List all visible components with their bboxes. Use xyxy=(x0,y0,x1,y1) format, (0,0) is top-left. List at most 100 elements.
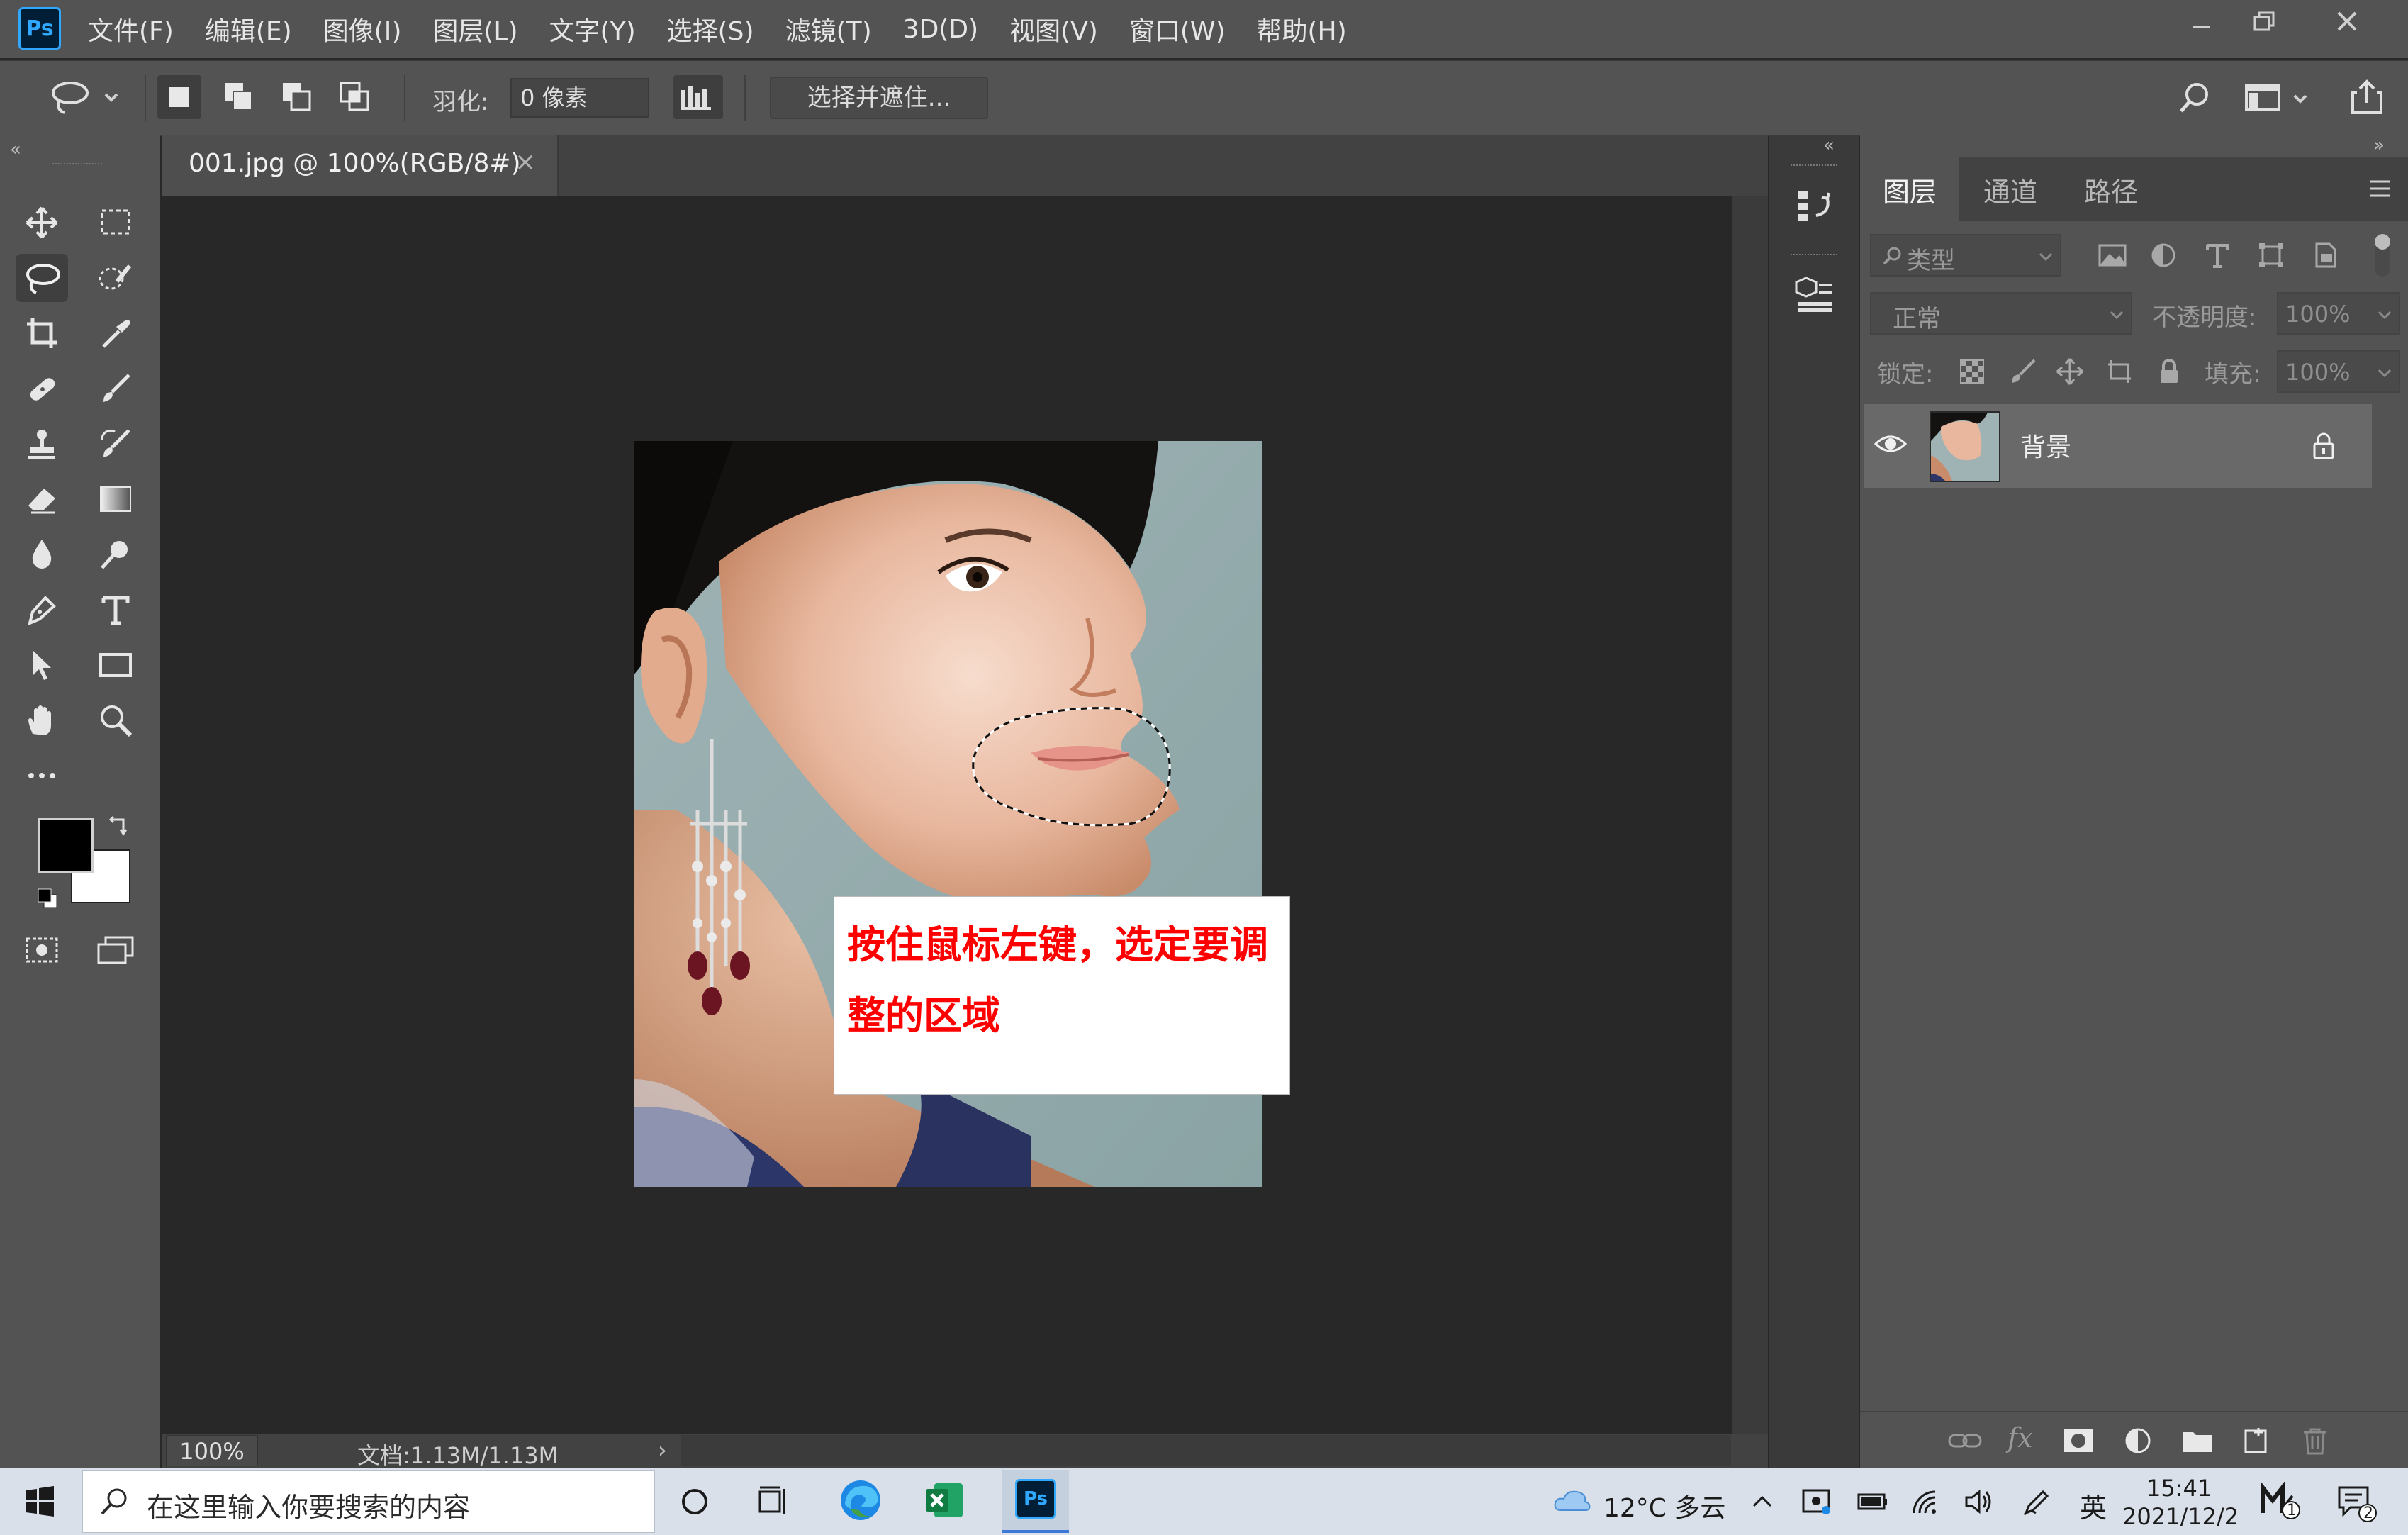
swap-colors-button[interactable] xyxy=(106,813,132,838)
menu-type[interactable]: 文字(Y) xyxy=(549,11,636,48)
properties-panel-button[interactable] xyxy=(1795,275,1835,315)
foreground-color-swatch[interactable] xyxy=(38,818,94,873)
panel-grip[interactable] xyxy=(52,163,102,169)
blend-mode-dropdown[interactable]: 正常 xyxy=(1870,292,2132,335)
meet-app-icon[interactable]: 1 xyxy=(2260,1482,2302,1522)
menu-window[interactable]: 窗口(W) xyxy=(1129,11,1226,48)
clone-stamp-tool[interactable] xyxy=(16,420,68,468)
status-menu-arrow[interactable]: › xyxy=(658,1436,667,1463)
task-view-button[interactable] xyxy=(756,1485,790,1519)
history-panel-button[interactable] xyxy=(1795,187,1835,227)
tab-paths[interactable]: 路径 xyxy=(2061,157,2161,221)
opacity-input[interactable]: 100% xyxy=(2277,292,2400,335)
new-adjustment-layer-button[interactable] xyxy=(2122,1425,2154,1456)
filter-shape-layers-button[interactable] xyxy=(2257,241,2285,269)
menu-filter[interactable]: 滤镜(T) xyxy=(785,11,872,48)
vertical-scrollbar[interactable] xyxy=(1732,196,1768,1434)
excel-taskbar-button[interactable] xyxy=(922,1478,967,1523)
menu-layer[interactable]: 图层(L) xyxy=(432,11,517,48)
menu-edit[interactable]: 编辑(E) xyxy=(205,11,292,48)
filter-pixel-layers-button[interactable] xyxy=(2097,241,2128,269)
close-document-button[interactable]: × xyxy=(515,147,536,177)
history-brush-tool[interactable] xyxy=(89,420,142,468)
collapse-toolbar-icon[interactable]: « xyxy=(10,139,21,160)
clock-date[interactable]: 2021/12/2 xyxy=(2122,1503,2239,1530)
notification-center-button[interactable]: 2 xyxy=(2336,1485,2379,1524)
crop-tool[interactable] xyxy=(16,309,68,357)
clock-time[interactable]: 15:41 xyxy=(2146,1475,2212,1502)
move-tool[interactable] xyxy=(16,199,68,247)
link-layers-button[interactable] xyxy=(1947,1425,1983,1456)
lock-position-button[interactable] xyxy=(2056,357,2084,386)
add-to-selection-button[interactable] xyxy=(217,75,261,119)
lock-all-button[interactable] xyxy=(2155,357,2183,386)
expand-panels-icon[interactable]: « xyxy=(1823,135,1835,156)
tray-app-icon[interactable] xyxy=(1801,1486,1832,1517)
type-tool[interactable] xyxy=(89,586,142,634)
panel-grip[interactable] xyxy=(1791,164,1837,166)
panel-grip[interactable] xyxy=(1791,254,1837,255)
workspace-switcher[interactable] xyxy=(2240,75,2318,119)
cortana-button[interactable] xyxy=(678,1485,712,1519)
filter-toggle-switch[interactable] xyxy=(2375,234,2390,277)
subtract-selection-button[interactable] xyxy=(275,75,319,119)
layer-row-background[interactable]: 背景 xyxy=(1864,404,2372,488)
network-icon[interactable] xyxy=(1911,1487,1942,1516)
select-and-mask-button[interactable]: 选择并遮住... xyxy=(770,77,988,119)
battery-icon[interactable] xyxy=(1857,1489,1888,1514)
more-tools-button[interactable] xyxy=(16,752,68,800)
eyedropper-tool[interactable] xyxy=(89,309,142,357)
document-tab[interactable]: 001.jpg @ 100%(RGB/8#) × xyxy=(162,135,559,196)
filter-adjustment-layers-button[interactable] xyxy=(2149,241,2178,269)
menu-view[interactable]: 视图(V) xyxy=(1009,11,1098,48)
tab-layers[interactable]: 图层 xyxy=(1860,157,1959,221)
layer-lock-indicator[interactable] xyxy=(2309,430,2338,461)
blur-tool[interactable] xyxy=(16,530,68,579)
edge-taskbar-button[interactable] xyxy=(838,1478,883,1523)
gradient-tool[interactable] xyxy=(89,475,142,523)
close-window-button[interactable] xyxy=(2308,0,2386,43)
tool-preset-picker[interactable] xyxy=(43,75,128,119)
input-method-indicator[interactable]: 英 xyxy=(2080,1486,2107,1525)
layer-visibility-toggle[interactable] xyxy=(1874,430,1907,458)
lock-pixels-button[interactable] xyxy=(2009,357,2037,386)
layer-name[interactable]: 背景 xyxy=(2020,427,2071,464)
menu-select[interactable]: 选择(S) xyxy=(667,11,754,48)
lasso-tool[interactable] xyxy=(16,254,68,302)
photoshop-taskbar-button[interactable]: Ps xyxy=(1002,1470,1069,1533)
default-colors-button[interactable] xyxy=(35,886,61,912)
weather-icon[interactable] xyxy=(1552,1486,1592,1514)
search-button[interactable] xyxy=(2172,75,2216,119)
add-mask-button[interactable] xyxy=(2061,1425,2095,1456)
tab-channels[interactable]: 通道 xyxy=(1961,157,2060,221)
show-hidden-icons-button[interactable] xyxy=(1749,1490,1775,1512)
filter-type-layers-button[interactable] xyxy=(2203,241,2231,269)
new-layer-button[interactable] xyxy=(2240,1425,2271,1456)
screen-mode-button[interactable] xyxy=(89,926,142,974)
fill-input[interactable]: 100% xyxy=(2277,350,2400,393)
anti-alias-toggle[interactable] xyxy=(673,75,723,119)
photoshop-logo[interactable]: Ps xyxy=(18,7,61,50)
pen-tool[interactable] xyxy=(16,586,68,634)
quick-selection-tool[interactable] xyxy=(89,254,142,302)
weather-text[interactable]: 12°C 多云 xyxy=(1603,1487,1725,1524)
zoom-tool[interactable] xyxy=(89,696,142,744)
menu-image[interactable]: 图像(I) xyxy=(323,11,402,48)
zoom-level-field[interactable]: 100% xyxy=(166,1435,258,1466)
intersect-selection-button[interactable] xyxy=(333,75,377,119)
new-selection-button[interactable] xyxy=(157,75,201,119)
layer-thumbnail[interactable] xyxy=(1930,411,2000,482)
menu-file[interactable]: 文件(F) xyxy=(88,11,174,48)
share-button[interactable] xyxy=(2345,75,2389,119)
horizontal-scrollbar[interactable] xyxy=(681,1435,1731,1466)
panel-menu-button[interactable] xyxy=(2368,176,2393,201)
delete-layer-button[interactable] xyxy=(2300,1425,2331,1456)
path-selection-tool[interactable] xyxy=(16,641,68,689)
collapse-dock-icon[interactable]: » xyxy=(2373,135,2385,156)
menu-help[interactable]: 帮助(H) xyxy=(1257,11,1347,48)
healing-brush-tool[interactable] xyxy=(16,364,68,413)
lock-artboard-button[interactable] xyxy=(2105,357,2134,386)
dodge-tool[interactable] xyxy=(89,530,142,579)
fx-icon[interactable]: fx xyxy=(2007,1422,2033,1453)
quick-mask-button[interactable] xyxy=(16,926,68,974)
